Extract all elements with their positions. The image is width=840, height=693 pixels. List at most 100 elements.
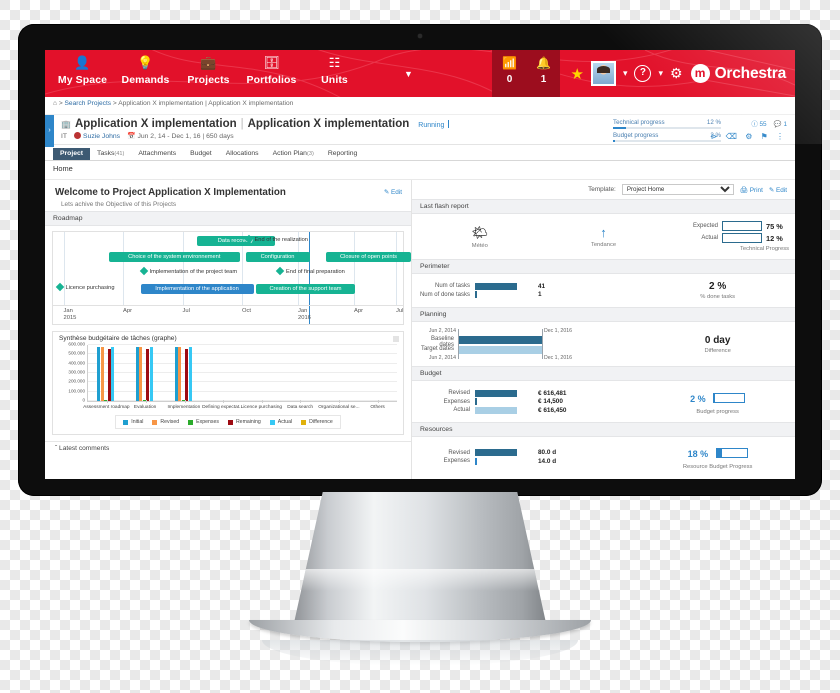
edit-button[interactable]: ✎ Edit: [769, 186, 787, 194]
resources-kpi-value: 18 %: [687, 449, 709, 459]
budget-label: Revised: [448, 390, 470, 396]
info-count-value: 55: [759, 121, 767, 128]
monitor-frame: 👤 My Space 💡 Demands 💼 Projects 🗄 Portfo…: [18, 24, 822, 496]
print-button[interactable]: 🖨 Print: [740, 186, 763, 194]
nav-more-chevron-down-icon[interactable]: ▼: [404, 69, 413, 79]
chart-legend-item[interactable]: Revised: [152, 419, 179, 425]
notification-counter-button[interactable]: 🔔 1: [526, 50, 561, 97]
settings-icon[interactable]: ⚙: [745, 132, 755, 141]
resources-row: Revised 80.0 d Expenses 14.0 d 18 % Reso…: [412, 437, 795, 477]
user-menu-chevron-down-icon[interactable]: ▾: [623, 68, 628, 79]
gear-icon[interactable]: ⚙: [670, 65, 683, 82]
milestone-label: Licence purchasing: [65, 285, 115, 291]
tab-label: Allocations: [225, 150, 259, 157]
roadmap-bar[interactable]: Configuration: [245, 252, 310, 262]
chart-y-tick: 300.000: [68, 369, 85, 375]
expected-row: Expected 75 %: [693, 221, 789, 231]
chart-legend-label: Initial: [131, 419, 144, 425]
roadmap-bar[interactable]: Implementation of the application: [140, 284, 254, 294]
tab-project[interactable]: Project: [53, 148, 91, 160]
chart-legend-item[interactable]: Actual: [269, 419, 293, 425]
latest-comments-toggle[interactable]: ˇ Latest comments: [45, 441, 411, 455]
roadmap-milestone[interactable]: Licence purchasing: [55, 282, 115, 292]
chart-bar[interactable]: [149, 347, 153, 401]
perimeter-row: Num of tasks 41 Num of done tasks 1 2 % …: [412, 274, 795, 307]
planning-gantt: Jun 2, 2014 Dec 1, 2016 Baseline dates T…: [418, 328, 646, 361]
chart-collapse-button[interactable]: [393, 336, 399, 342]
roadmap-milestone[interactable]: End of final preparation: [275, 266, 345, 276]
chart-bar[interactable]: [111, 347, 115, 401]
tab-allocations[interactable]: Allocations: [219, 148, 266, 160]
chart-legend-item[interactable]: Expenses: [188, 419, 219, 425]
sidebar-expand-button[interactable]: ›: [45, 115, 54, 147]
chart-bar[interactable]: [188, 347, 192, 401]
right-column: Template: Project Home 🖨 Print ✎ Edit La…: [412, 180, 795, 479]
project-owner[interactable]: Suzie Johns: [74, 132, 120, 140]
feed-counter-button[interactable]: 📶 0: [492, 50, 527, 97]
tag-icon[interactable]: ⚑: [761, 132, 771, 141]
home-icon[interactable]: ⌂: [53, 100, 57, 107]
chart-x-label: Others: [370, 405, 385, 410]
chart-x-label: Assessment roadmap: [83, 405, 130, 410]
budget-value: € 616,450: [538, 406, 567, 414]
roadmap-milestone[interactable]: Implementation of the project team: [139, 266, 237, 276]
perimeter-section-title: Perimeter: [420, 263, 450, 270]
project-name-left: Application X implementation: [74, 118, 237, 130]
favorite-star-icon[interactable]: ★: [570, 65, 583, 83]
roadmap-bar[interactable]: Choice of the system environnement: [109, 252, 240, 262]
tab-attachments[interactable]: Attachments: [131, 148, 183, 160]
help-menu-chevron-down-icon[interactable]: ▾: [658, 68, 663, 79]
nav-item-projects[interactable]: 💼 Projects: [177, 50, 240, 86]
nav-item-demands[interactable]: 💡 Demands: [114, 50, 177, 86]
kpi-technical-track: [613, 127, 721, 129]
expected-value: 75 %: [766, 221, 783, 231]
nav-item-portfolios[interactable]: 🗄 Portfolios: [240, 50, 303, 86]
header-actions: ⓘ 55 💬 1 ⊳ ⌫ ⚙ ⚑ ⋮: [711, 119, 787, 141]
budget-line: Actual € 616,450: [418, 406, 646, 414]
chart-bar[interactable]: [178, 347, 182, 401]
avatar[interactable]: [590, 61, 616, 86]
planning-kpi-value: 0 day: [704, 334, 731, 346]
milestone-diamond-icon: [139, 266, 148, 276]
chart-y-tick: 200.000: [68, 378, 85, 384]
tab-reporting[interactable]: Reporting: [321, 148, 364, 160]
template-select[interactable]: Project Home: [621, 184, 734, 195]
nav-item-my-space[interactable]: 👤 My Space: [51, 50, 114, 86]
nav-item-units[interactable]: ☷ Units: [303, 50, 366, 86]
chart-x-label: Defining expectat...: [202, 405, 244, 410]
chart-y-tick: 100.000: [68, 388, 85, 394]
export-icon[interactable]: ⌫: [726, 132, 740, 141]
breadcrumb-current: Application X implementation | Applicati…: [118, 100, 294, 107]
roadmap-milestone[interactable]: End of the realization: [244, 234, 308, 244]
chart-bar[interactable]: [100, 347, 104, 401]
chart-legend-item[interactable]: Remaining: [227, 419, 261, 425]
resources-kpi-caption: Resource Budget Progress: [682, 464, 753, 470]
roadmap-panel: Data recovery Choice of the system enviro…: [52, 231, 411, 325]
chart-bar-group: [213, 345, 234, 401]
flash-section-title: Last flash report: [420, 203, 469, 210]
perimeter-bar: [475, 282, 517, 290]
actual-row: Actual 12 %: [701, 233, 789, 243]
tab-tasks[interactable]: Tasks(41): [90, 148, 131, 160]
share-icon[interactable]: ⊳: [711, 132, 721, 141]
template-toolbar: Template: Project Home 🖨 Print ✎ Edit: [412, 180, 795, 199]
project-header: › 🏢 Application X implementation | Appli…: [45, 115, 795, 147]
chart-x-label: Evaluation: [133, 405, 157, 410]
welcome-edit-button[interactable]: ✎ Edit: [384, 188, 402, 196]
tab-action-plan[interactable]: Action Plan(3): [266, 148, 321, 160]
lightbulb-icon: 💡: [137, 55, 154, 70]
chart-legend-label: Actual: [277, 419, 293, 425]
chart-legend-item[interactable]: Initial: [123, 419, 143, 425]
chart-legend-swatch: [152, 419, 158, 425]
more-menu-icon[interactable]: ⋮: [776, 132, 787, 141]
help-icon[interactable]: ?: [634, 65, 652, 82]
chart-bar[interactable]: [139, 347, 143, 401]
roadmap-bar[interactable]: Closure of open points: [326, 252, 411, 262]
project-dates: 📅 Jun 2, 14 - Dec 1, 16 | 650 days: [127, 132, 234, 140]
roadmap-bar[interactable]: Creation of the support team: [256, 284, 355, 294]
breadcrumb-link-search-projects[interactable]: Search Projects: [65, 100, 112, 107]
perimeter-line: Num of tasks 41: [418, 282, 646, 290]
tab-budget[interactable]: Budget: [183, 148, 219, 160]
chart-gridline: 500.000: [68, 351, 397, 356]
chart-legend-item[interactable]: Difference: [301, 419, 333, 425]
